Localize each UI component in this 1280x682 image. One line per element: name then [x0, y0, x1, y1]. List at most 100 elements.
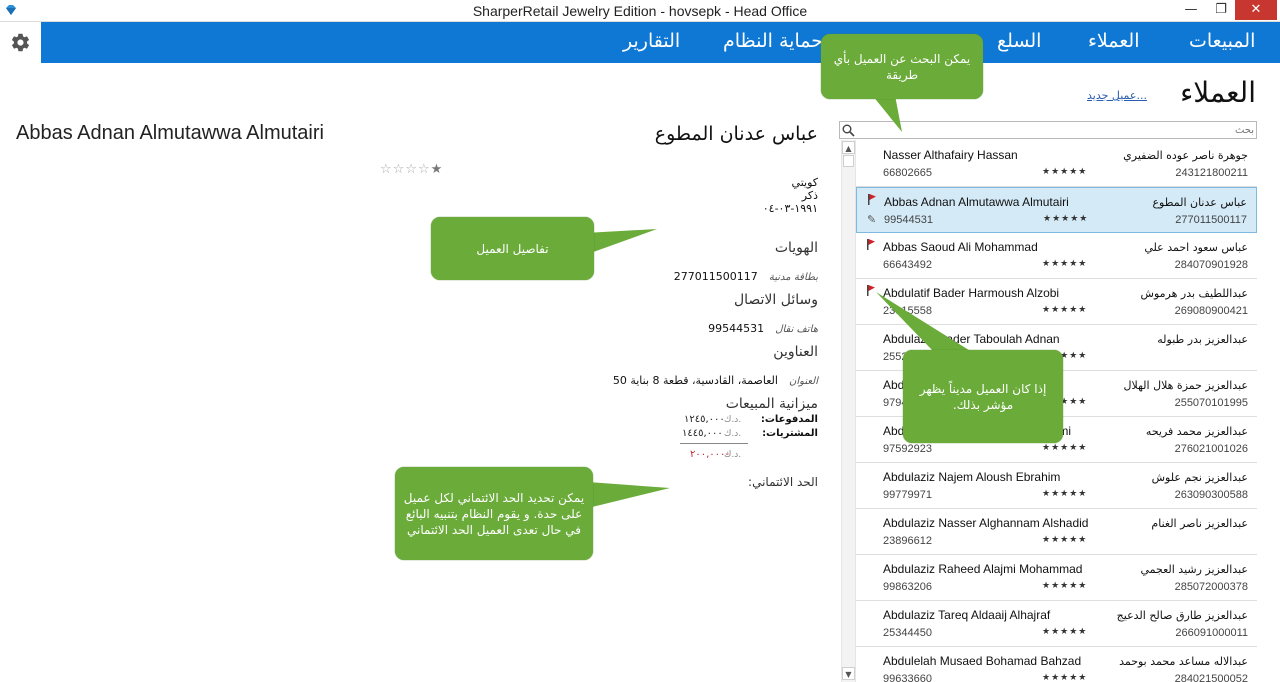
scroll-thumb[interactable]	[843, 155, 854, 167]
detail-dob: ١٩٩١-٠٣-٠٤	[762, 202, 818, 215]
debt-flag-icon	[868, 194, 876, 205]
purchases-label: المشتريات:	[762, 428, 818, 439]
scroll-down-arrow-icon[interactable]: ▼	[842, 667, 855, 680]
customer-rating-stars: ★★★★★	[1042, 259, 1088, 269]
customer-row[interactable]: Abbas Adnan Almutawwa Almutairi عباس عدنا…	[856, 187, 1257, 233]
close-button[interactable]: ✕	[1235, 0, 1277, 20]
nav-sales[interactable]: المبيعات	[1189, 30, 1255, 52]
customer-name-arabic: عبدالعزيز محمد فريحه	[1145, 425, 1248, 438]
customer-name-english: Abdulaziz Raheed Alajmi Mohammad	[883, 562, 1083, 576]
purchases-value: ١٤٤٥,٠٠٠	[682, 428, 723, 439]
customer-rating-stars: ★★★★★	[1042, 627, 1088, 637]
customer-phone: 66643492	[883, 259, 932, 271]
customer-phone: 99863206	[883, 581, 932, 593]
customer-rating-stars: ★★★★★	[1042, 535, 1088, 545]
callout-credit-tip: يمكن تحديد الحد الائتماني لكل عميل على ح…	[395, 467, 593, 560]
customer-rating-stars: ★★★★★	[1042, 673, 1088, 682]
customer-civil-id: 276021001026	[1174, 443, 1248, 455]
customer-name-arabic: عباس سعود احمد علي	[1144, 241, 1248, 254]
customer-phone: 97592923	[883, 443, 932, 455]
customer-phone: 99544531	[884, 214, 933, 226]
customer-civil-id: 243121800211	[1175, 167, 1248, 179]
customer-civil-id: 255070101995	[1174, 397, 1248, 409]
id-line: بطاقة مدنية 277011500117	[674, 265, 818, 284]
customer-row[interactable]: Abdulaziz Tareq Aldaaij Alhajraf عبدالعزي…	[856, 601, 1257, 647]
customer-name-arabic: جوهرة ناصر عوده الضفيري	[1123, 149, 1248, 162]
phone-line: هاتف نقال 99544531	[708, 317, 818, 336]
customer-civil-id: 266091000011	[1175, 627, 1248, 639]
sales-budget-heading: ميزانية المبيعات	[725, 396, 818, 412]
details-callout-tail	[585, 229, 657, 255]
id-label: بطاقة مدنية	[768, 272, 818, 283]
customer-phone: 25344450	[883, 627, 932, 639]
ids-heading: الهويات	[774, 240, 818, 256]
customer-phone: 99779971	[883, 489, 932, 501]
nav-system-protection[interactable]: حماية النظام	[723, 30, 823, 52]
scroll-up-arrow-icon[interactable]: ▲	[842, 141, 855, 154]
customer-phone: 23896612	[883, 535, 932, 547]
customer-name-english: Abdulaziz Najem Aloush Ebrahim	[883, 470, 1061, 484]
new-customer-link[interactable]: عميل جديد...	[1087, 89, 1147, 102]
customer-name-english: Abdulaziz Nasser Alghannam Alshadid	[883, 516, 1089, 530]
customer-name-english: Abdulaziz Tareq Aldaaij Alhajraf	[883, 608, 1051, 622]
search-input[interactable]	[858, 122, 1254, 138]
customer-row[interactable]: Nasser Althafairy Hassan جوهرة ناصر عوده …	[856, 141, 1257, 187]
customer-name-english: Abbas Adnan Almutawwa Almutairi	[884, 195, 1069, 209]
credit-callout-tail	[588, 482, 670, 508]
customer-civil-id: 269080900421	[1174, 305, 1248, 317]
customer-row[interactable]: Abbas Saoud Ali Mohammad عباس سعود احمد ع…	[856, 233, 1257, 279]
phone-value: 99544531	[708, 322, 765, 335]
address-value: العاصمة، القادسية، قطعة 8 بناية 50	[612, 374, 778, 387]
contact-heading: وسائل الاتصال	[733, 292, 818, 308]
customer-row[interactable]: Abdulelah Musaed Bohamad Bahzad عبدالاله …	[856, 647, 1257, 682]
customer-civil-id: 277011500117	[1175, 214, 1247, 226]
nav-customers[interactable]: العملاء	[1088, 30, 1140, 52]
payments-currency: د.ك.	[724, 415, 742, 425]
detail-gender: ذكر	[801, 189, 818, 202]
edit-pencil-icon[interactable]: ✎	[867, 213, 876, 226]
settings-button[interactable]	[0, 22, 41, 63]
main-nav: المبيعات العملاء السلع حماية النظام التق…	[41, 22, 1280, 63]
customer-rating-stars: ★★★★★	[1042, 581, 1088, 591]
list-scrollbar[interactable]: ▲ ▼	[841, 140, 856, 682]
payments-value: ١٢٤٥,٠٠٠	[684, 414, 725, 425]
phone-label: هاتف نقال	[775, 324, 818, 335]
minimize-button[interactable]: —	[1176, 0, 1206, 20]
nav-items[interactable]: السلع	[997, 30, 1041, 52]
address-label: العنوان	[789, 376, 818, 387]
detail-rating-stars[interactable]: ☆☆☆☆★	[380, 162, 443, 177]
customer-name-arabic: عبدالعزيز ناصر الغنام	[1151, 517, 1248, 530]
title-bar: SharperRetail Jewelry Edition - hovsepk …	[0, 0, 1280, 22]
customer-civil-id: 284070901928	[1174, 259, 1248, 271]
purchases-currency: د.ك.	[724, 429, 742, 439]
customer-row[interactable]: Abdulaziz Najem Aloush Ebrahim عبدالعزيز …	[856, 463, 1257, 509]
nav-reports[interactable]: التقارير	[623, 30, 680, 52]
customer-row[interactable]: Abdulaziz Nasser Alghannam Alshadid عبدال…	[856, 509, 1257, 555]
customer-name-arabic: عبداللطيف بدر هرموش	[1140, 287, 1248, 300]
customer-phone: 66802665	[883, 167, 932, 179]
customer-rating-stars: ★★★★★	[1042, 443, 1088, 453]
maximize-button[interactable]: ❐	[1206, 0, 1236, 20]
app-window: SharperRetail Jewelry Edition - hovsepk …	[0, 0, 1280, 682]
customer-phone: 99633660	[883, 673, 932, 682]
detail-nationality: كويتي	[791, 176, 818, 189]
customer-name-arabic: عبدالعزيز رشيد العجمي	[1140, 563, 1248, 576]
gear-icon	[11, 33, 30, 52]
customer-name-arabic: عبدالعزيز نجم علوش	[1151, 471, 1248, 484]
window-title: SharperRetail Jewelry Edition - hovsepk …	[472, 3, 808, 19]
customer-name-arabic: عباس عدنان المطوع	[1152, 196, 1247, 209]
customer-name-arabic: عبدالاله مساعد محمد بوحمد	[1119, 655, 1248, 668]
address-line: العنوان العاصمة، القادسية، قطعة 8 بناية …	[613, 369, 818, 388]
customer-rating-stars: ★★★★★	[1042, 305, 1088, 315]
customer-name-english: Nasser Althafairy Hassan	[883, 148, 1018, 162]
customer-civil-id: 285072000378	[1174, 581, 1248, 593]
detail-name-english: Abbas Adnan Almutawwa Almutairi	[16, 122, 324, 144]
payments-label: المدفوعات:	[760, 414, 818, 425]
customer-name-english: Abdulelah Musaed Bohamad Bahzad	[883, 654, 1082, 668]
customer-name-arabic: عبدالعزيز طارق صالح الدعيج	[1116, 609, 1248, 622]
customer-name-english: Abbas Saoud Ali Mohammad	[883, 240, 1038, 254]
customer-civil-id: 284021500052	[1174, 673, 1248, 682]
customer-name-arabic: عبدالعزيز حمزة هلال الهلال	[1123, 379, 1248, 392]
address-heading: العناوين	[773, 344, 818, 360]
customer-row[interactable]: Abdulaziz Raheed Alajmi Mohammad عبدالعزي…	[856, 555, 1257, 601]
